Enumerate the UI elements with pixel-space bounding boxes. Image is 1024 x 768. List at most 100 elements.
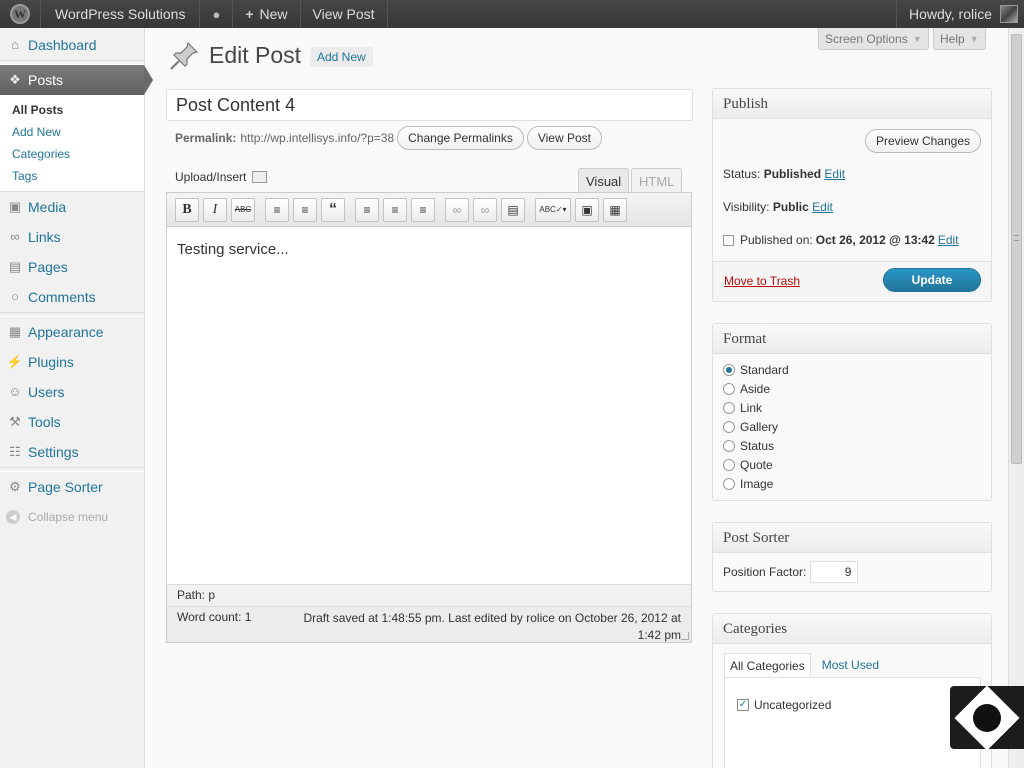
format-option[interactable]: Gallery [713, 417, 991, 436]
permalink-row: Permalink: http://wp.intellisys.info/?p=… [175, 126, 602, 150]
format-option[interactable]: Status [713, 436, 991, 455]
edit-date-link[interactable]: Edit [938, 233, 959, 247]
unlink-icon[interactable]: ∞ [473, 197, 497, 222]
tab-html[interactable]: HTML [631, 168, 683, 193]
format-option[interactable]: Quote [713, 455, 991, 474]
my-account-menu[interactable]: Howdy, rolice [896, 0, 1024, 28]
move-to-trash-link[interactable]: Move to Trash [724, 274, 800, 288]
menu-appearance[interactable]: ▦ Appearance [0, 317, 144, 347]
menu-tools[interactable]: ⚒ Tools [0, 407, 144, 437]
new-content-menu[interactable]: + New [233, 0, 301, 28]
radio-button[interactable] [723, 382, 735, 395]
scrollbar-grip-icon [1014, 235, 1019, 241]
categories-heading[interactable]: Categories [713, 614, 991, 644]
view-post-button[interactable]: View Post [526, 126, 602, 150]
bold-icon[interactable]: B [175, 197, 199, 222]
post-title-input[interactable] [166, 89, 693, 121]
page-scrollbar[interactable] [1008, 28, 1024, 768]
position-factor-input[interactable]: 9 [810, 561, 859, 583]
kitchen-sink-icon[interactable]: ▦ [603, 197, 627, 222]
upload-insert[interactable]: Upload/Insert [175, 170, 268, 184]
spellcheck-icon[interactable]: ABC✓▾ [535, 197, 571, 222]
edit-visibility-link[interactable]: Edit [812, 200, 833, 214]
menu-pages[interactable]: ▤ Pages [0, 252, 144, 282]
format-option[interactable]: Link [713, 398, 991, 417]
blockquote-icon[interactable]: “ [321, 197, 345, 222]
permalink-label: Permalink: [175, 131, 237, 145]
submenu-add-new[interactable]: Add New [0, 121, 144, 143]
add-media-icon[interactable] [252, 171, 268, 183]
site-name-link[interactable]: WordPress Solutions [41, 0, 201, 28]
wp-logo-menu[interactable]: W [0, 0, 41, 28]
position-factor-row: Position Factor: 9 [713, 561, 859, 583]
view-post-link[interactable]: View Post [301, 0, 388, 28]
tab-most-used[interactable]: Most Used [817, 653, 884, 677]
radio-button[interactable] [723, 401, 735, 414]
menu-dashboard[interactable]: ⌂ Dashboard [0, 30, 144, 60]
preview-changes-button[interactable]: Preview Changes [864, 129, 981, 153]
radio-button[interactable] [723, 439, 735, 452]
editor-path: Path: p [167, 584, 691, 606]
menu-media-label: Media [28, 199, 67, 215]
comments-menu[interactable]: ● [200, 0, 234, 28]
align-center-icon[interactable]: ≡ [383, 197, 407, 222]
plug-icon: ⚡ [6, 354, 24, 369]
format-option[interactable]: Standard [713, 360, 991, 379]
editor-status-bar: Word count: 1 Draft saved at 1:48:55 pm.… [167, 606, 691, 642]
format-heading[interactable]: Format [713, 324, 991, 354]
editor-content[interactable]: Testing service... [167, 227, 691, 584]
align-right-icon[interactable]: ≡ [411, 197, 435, 222]
avatar [1000, 5, 1018, 23]
align-left-icon[interactable]: ≡ [355, 197, 379, 222]
admin-bar: W WordPress Solutions ● + New View Post … [0, 0, 1024, 28]
post-sorter-heading[interactable]: Post Sorter [713, 523, 991, 553]
edit-status-link[interactable]: Edit [824, 167, 845, 181]
italic-icon[interactable]: I [203, 197, 227, 222]
tab-all-categories[interactable]: All Categories [724, 653, 811, 677]
format-option-label: Aside [740, 381, 771, 396]
bullet-list-icon[interactable]: ≡ [265, 197, 289, 222]
submenu-categories[interactable]: Categories [0, 143, 144, 165]
resize-handle-icon[interactable] [681, 632, 689, 640]
menu-comments[interactable]: ○ Comments [0, 282, 144, 312]
menu-users[interactable]: ☺ Users [0, 377, 144, 407]
menu-media[interactable]: ▣ Media [0, 192, 144, 222]
comment-bubble-icon: ● [212, 6, 221, 22]
screen-options-button[interactable]: Screen Options ▼ [818, 28, 929, 50]
strikethrough-icon[interactable]: ABC [231, 197, 255, 222]
new-content-label: New [259, 6, 288, 22]
numbered-list-icon[interactable]: ≡ [293, 197, 317, 222]
format-option[interactable]: Aside [713, 379, 991, 398]
scrollbar-thumb[interactable] [1011, 34, 1022, 464]
submenu-tags[interactable]: Tags [0, 165, 144, 187]
change-permalinks-button[interactable]: Change Permalinks [397, 126, 524, 150]
radio-button[interactable] [723, 477, 735, 490]
category-item[interactable]: ✓ Uncategorized [737, 698, 831, 712]
tab-visual[interactable]: Visual [578, 168, 630, 193]
checkbox-checked-icon[interactable]: ✓ [737, 699, 749, 711]
collapse-menu-button[interactable]: ◀ Collapse menu [0, 502, 144, 532]
menu-posts[interactable]: ❖ Posts [0, 65, 153, 95]
format-option-label: Gallery [740, 419, 779, 434]
insert-more-icon[interactable]: ▤ [501, 197, 525, 222]
pushpin-icon: ❖ [9, 72, 21, 87]
permalink-url[interactable]: http://wp.intellisys.info/?p=38 [240, 131, 394, 145]
format-option[interactable]: Image [713, 474, 991, 493]
radio-button[interactable] [723, 420, 735, 433]
add-new-button[interactable]: Add New [310, 47, 373, 67]
fullscreen-icon[interactable]: ▣ [575, 197, 599, 222]
menu-links[interactable]: ∞ Links [0, 222, 144, 252]
publish-box: Publish Preview Changes Status: Publishe… [712, 88, 992, 302]
radio-button[interactable] [723, 458, 735, 471]
help-button[interactable]: Help ▼ [933, 28, 986, 50]
insert-link-icon[interactable]: ∞ [445, 197, 469, 222]
menu-page-sorter[interactable]: ⚙ Page Sorter [0, 472, 144, 502]
submenu-all-posts[interactable]: All Posts [0, 99, 144, 121]
update-button[interactable]: Update [883, 268, 981, 292]
menu-settings[interactable]: ☷ Settings [0, 437, 144, 467]
publish-heading[interactable]: Publish [713, 89, 991, 119]
menu-plugins[interactable]: ⚡ Plugins [0, 347, 144, 377]
radio-button[interactable] [723, 363, 735, 376]
floating-badge[interactable] [950, 684, 1024, 751]
menu-page-sorter-label: Page Sorter [28, 479, 103, 495]
